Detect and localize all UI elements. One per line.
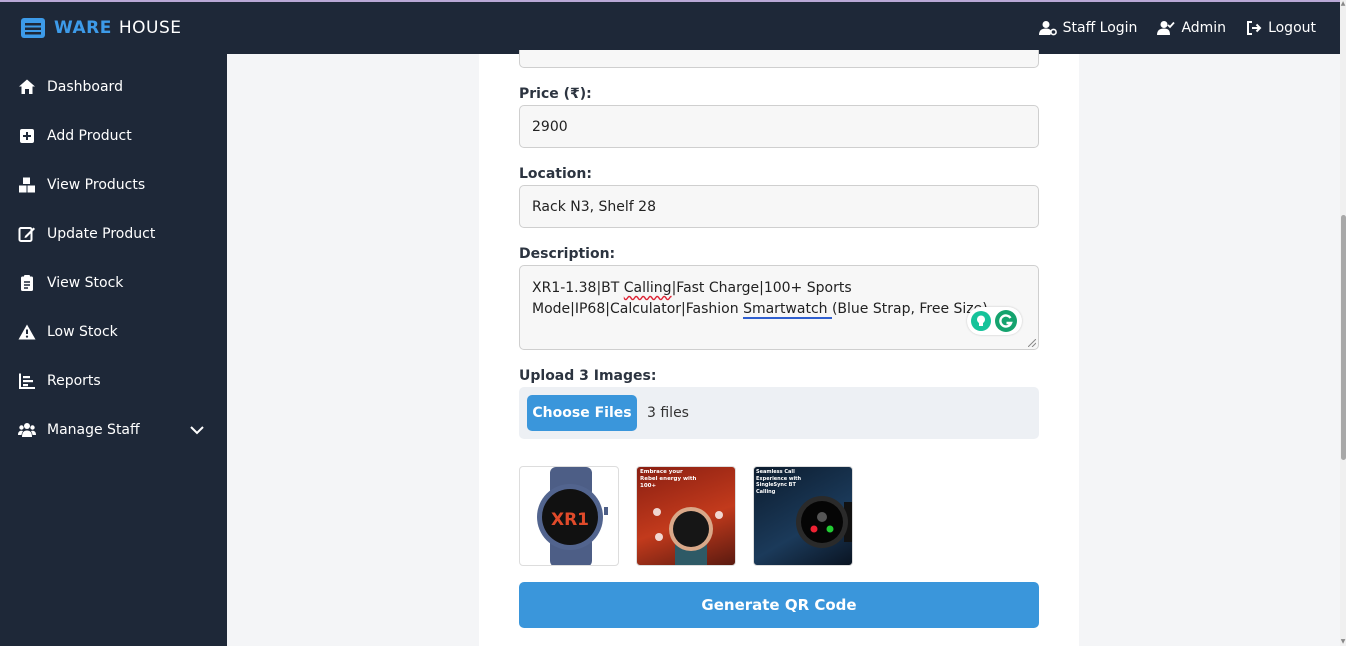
- sidebar-item-label: Dashboard: [47, 78, 123, 95]
- smartwatch-rebel-image: Embrace your Rebel energy with 100+: [640, 469, 723, 565]
- chevron-down-icon[interactable]: [189, 422, 205, 438]
- sidebar-item-manage-staff[interactable]: Manage Staff: [0, 405, 227, 454]
- sidebar-item-add-product[interactable]: Add Product: [0, 111, 227, 160]
- resize-handle-icon[interactable]: [1028, 339, 1036, 347]
- description-text-3: (Blue Strap, Free Size): [831, 301, 988, 317]
- logout-icon: [1247, 21, 1262, 35]
- plus-square-icon: [20, 128, 34, 143]
- price-label: Price (₹):: [519, 86, 592, 102]
- chart-icon: [19, 373, 35, 389]
- upload-label: Upload 3 Images:: [519, 368, 657, 384]
- sidebar-item-label: Manage Staff: [47, 421, 140, 438]
- users-icon: [18, 422, 36, 437]
- scrollbar-thumb[interactable]: [1341, 215, 1346, 460]
- user-gear-icon: [1038, 21, 1057, 36]
- warning-icon: [18, 324, 36, 339]
- sidebar-item-update-product[interactable]: Update Product: [0, 209, 227, 258]
- main-content: Price (₹): 2900 Location: Rack N3, Shelf…: [227, 50, 1340, 646]
- thumb-caption-2: Embrace your Rebel energy with 100+: [640, 469, 697, 489]
- thumb-caption-1: XR1: [551, 510, 589, 530]
- file-upload-input[interactable]: Choose Files 3 files: [519, 387, 1039, 439]
- sidebar-item-label: Update Product: [47, 225, 156, 242]
- product-form-card: Price (₹): 2900 Location: Rack N3, Shelf…: [479, 50, 1079, 646]
- generate-qr-code-button[interactable]: Generate QR Code: [519, 582, 1039, 628]
- sidebar-item-label: Low Stock: [47, 323, 118, 340]
- sidebar-item-label: Reports: [47, 372, 101, 389]
- page-scrollbar[interactable]: ▲ ▼: [1340, 0, 1346, 646]
- sidebar-item-label: Add Product: [47, 127, 132, 144]
- scroll-up-arrow-icon[interactable]: ▲: [1340, 0, 1346, 8]
- clipboard-icon: [21, 274, 33, 291]
- lightbulb-icon: [971, 311, 991, 331]
- grammarly-icon: [995, 310, 1017, 332]
- admin-label: Admin: [1181, 20, 1227, 36]
- sidebar-item-label: View Products: [47, 176, 146, 193]
- logout-label: Logout: [1268, 20, 1316, 36]
- price-input[interactable]: 2900: [519, 105, 1039, 148]
- top-nav-links: Staff Login Admin Logout: [1019, 20, 1316, 36]
- admin-link[interactable]: Admin: [1157, 20, 1226, 36]
- boxes-icon: [19, 177, 35, 192]
- image-previews: XR1 Embrace your Rebel energy with 100+: [519, 466, 870, 566]
- logout-link[interactable]: Logout: [1246, 20, 1316, 36]
- warehouse-icon: [21, 18, 45, 38]
- preview-image-3[interactable]: Seamless Call Experience with SingleSync…: [753, 466, 853, 566]
- thumb-caption-3: Seamless Call Experience with SingleSync…: [756, 469, 802, 495]
- edit-icon: [18, 226, 35, 242]
- brand-logo[interactable]: WARE HOUSE: [20, 17, 182, 39]
- previous-field-input[interactable]: [519, 50, 1039, 68]
- user-check-icon: [1157, 21, 1176, 35]
- brand-name-ware: WARE: [54, 18, 112, 38]
- sidebar-item-view-products[interactable]: View Products: [0, 160, 227, 209]
- location-label: Location:: [519, 166, 592, 182]
- sidebar: Dashboard Add Product View Products Upda…: [0, 54, 227, 646]
- grammarly-widget[interactable]: [967, 307, 1022, 335]
- sidebar-item-view-stock[interactable]: View Stock: [0, 258, 227, 307]
- brand-name-house: HOUSE: [118, 18, 182, 38]
- preview-image-1[interactable]: XR1: [519, 466, 619, 566]
- grammar-flag[interactable]: Smartwatch: [743, 301, 832, 319]
- staff-login-label: Staff Login: [1062, 20, 1138, 36]
- top-navbar: WARE HOUSE Staff Login Admin Logout: [0, 0, 1340, 54]
- sidebar-item-reports[interactable]: Reports: [0, 356, 227, 405]
- location-input[interactable]: Rack N3, Shelf 28: [519, 185, 1039, 228]
- smartwatch-blue-image: XR1: [537, 467, 608, 565]
- spelling-flag[interactable]: Calling: [624, 280, 672, 296]
- file-count-text: 3 files: [647, 405, 689, 421]
- scroll-down-arrow-icon[interactable]: ▼: [1340, 638, 1346, 646]
- sidebar-item-label: View Stock: [47, 274, 124, 291]
- staff-login-link[interactable]: Staff Login: [1038, 20, 1138, 36]
- description-text-1: XR1-1.38|BT: [532, 280, 624, 296]
- home-icon: [19, 79, 35, 94]
- sidebar-item-low-stock[interactable]: Low Stock: [0, 307, 227, 356]
- choose-files-button[interactable]: Choose Files: [527, 395, 637, 431]
- sidebar-item-dashboard[interactable]: Dashboard: [0, 62, 227, 111]
- preview-image-2[interactable]: Embrace your Rebel energy with 100+: [636, 466, 736, 566]
- smartwatch-calling-image: Seamless Call Experience with SingleSync…: [756, 469, 852, 548]
- description-textarea[interactable]: XR1-1.38|BT Calling|Fast Charge|100+ Spo…: [519, 265, 1039, 350]
- description-label: Description:: [519, 246, 616, 262]
